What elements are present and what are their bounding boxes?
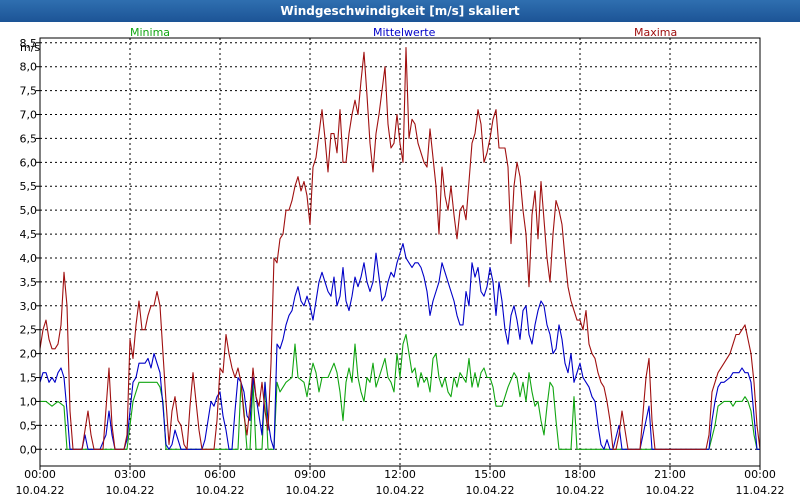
y-axis-unit: m/s bbox=[20, 41, 40, 54]
x-tick-time: 21:00 bbox=[654, 468, 686, 481]
y-tick-label: 7,0 bbox=[20, 109, 38, 122]
x-tick-date: 10.04.22 bbox=[556, 484, 605, 497]
x-tick-time: 09:00 bbox=[294, 468, 326, 481]
x-tick-time: 03:00 bbox=[114, 468, 146, 481]
wind-speed-chart: 0,0 0,5 1,0 1,5 2,0 2,5 3,0 3,5 4,0 4,5 5,0 5,5 6,0 6… bbox=[0, 22, 800, 500]
x-tick-time: 15:00 bbox=[474, 468, 506, 481]
y-tick-label: 3,5 bbox=[20, 276, 38, 289]
window-titlebar: Windgeschwindigkeit [m/s] skaliert bbox=[0, 0, 800, 23]
x-tick-date: 10.04.22 bbox=[286, 484, 335, 497]
x-tick-time: 00:00 bbox=[24, 468, 56, 481]
x-tick-date: 10.04.22 bbox=[196, 484, 245, 497]
y-tick-label: 4,0 bbox=[20, 252, 38, 265]
y-tick-label: 0,0 bbox=[20, 443, 38, 456]
x-tick-date: 10.04.22 bbox=[106, 484, 155, 497]
y-tick-label: 1,5 bbox=[20, 372, 38, 385]
legend-minima: Minima bbox=[130, 26, 170, 39]
window-title: Windgeschwindigkeit [m/s] skaliert bbox=[280, 4, 520, 18]
x-tick-date: 10.04.22 bbox=[646, 484, 695, 497]
legend-mittelwerte: Mittelwerte bbox=[373, 26, 436, 39]
y-tick-label: 5,0 bbox=[20, 204, 38, 217]
legend-maxima: Maxima bbox=[634, 26, 677, 39]
y-tick-label: 5,5 bbox=[20, 180, 38, 193]
y-tick-label: 2,5 bbox=[20, 324, 38, 337]
y-tick-label: 2,0 bbox=[20, 348, 38, 361]
x-tick-time: 18:00 bbox=[564, 468, 596, 481]
y-tick-label: 6,5 bbox=[20, 132, 38, 145]
y-tick-label: 7,5 bbox=[20, 85, 38, 98]
y-tick-label: 0,5 bbox=[20, 419, 38, 432]
x-tick-time: 12:00 bbox=[384, 468, 416, 481]
x-tick-date: 10.04.22 bbox=[376, 484, 425, 497]
y-tick-label: 6,0 bbox=[20, 156, 38, 169]
x-tick-time: 06:00 bbox=[204, 468, 236, 481]
y-tick-label: 4,5 bbox=[20, 228, 38, 241]
x-tick-date: 11.04.22 bbox=[736, 484, 785, 497]
y-tick-label: 3,0 bbox=[20, 300, 38, 313]
x-tick-date: 10.04.22 bbox=[466, 484, 515, 497]
x-tick-date: 10.04.22 bbox=[16, 484, 65, 497]
x-tick-time: 00:00 bbox=[744, 468, 776, 481]
y-tick-label: 8,0 bbox=[20, 61, 38, 74]
y-tick-label: 1,0 bbox=[20, 395, 38, 408]
